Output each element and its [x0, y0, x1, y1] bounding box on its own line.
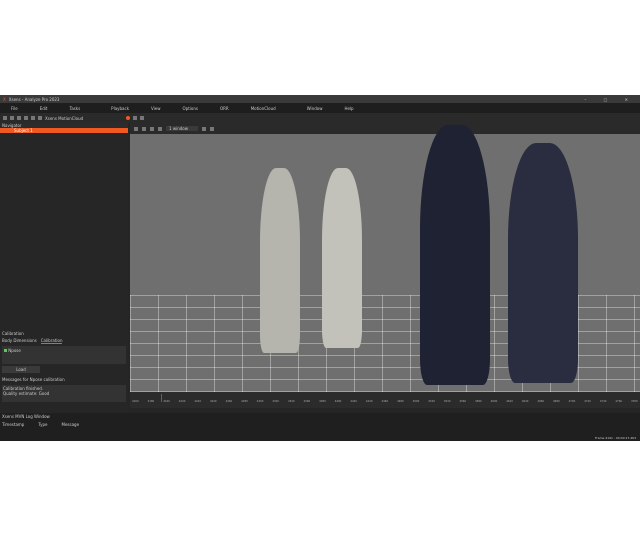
tool-icon[interactable] — [24, 116, 28, 120]
marker-icon[interactable] — [150, 126, 154, 131]
calibration-title: Calibration — [2, 331, 24, 336]
timeline-tick: 4200 — [178, 400, 186, 403]
timeline-tick: 4660 — [537, 400, 545, 403]
add-icon[interactable] — [134, 126, 138, 131]
log-window: Xsens MVN Log Window Timestamp Type Mess… — [0, 413, 640, 441]
avatar-mannequin — [260, 168, 300, 353]
menu-options[interactable]: Options — [172, 106, 209, 111]
main-toolbar: Xsens MotionCloud — [0, 113, 640, 123]
timeline-tick: 4460 — [381, 400, 389, 403]
timeline-tick: 4540 — [443, 400, 451, 403]
menu-bar: File Edit Tasks Playback View Options OR… — [0, 103, 640, 113]
timeline-tick: 4400 — [334, 400, 342, 403]
load-button[interactable]: Load — [2, 366, 40, 373]
col-type[interactable]: Type — [38, 422, 47, 427]
layout-icon[interactable] — [133, 116, 138, 120]
timeline-tick: 4500 — [412, 400, 420, 403]
skeleton-icon[interactable] — [158, 126, 162, 131]
menu-file[interactable]: File — [0, 106, 29, 111]
timeline-tick: 4300 — [256, 400, 264, 403]
timeline-tick: 4340 — [287, 400, 295, 403]
menu-view[interactable]: View — [140, 106, 172, 111]
timeline-tick: 4420 — [350, 400, 357, 403]
timeline-tick: 4480 — [397, 400, 404, 403]
timeline-tick: 4260 — [225, 400, 233, 403]
timeline-tick: 4560 — [459, 400, 467, 403]
3d-viewport[interactable]: 1 window — [130, 123, 640, 392]
timeline-tick: 4360 — [303, 400, 311, 403]
timeline-tick: 4740 — [599, 400, 607, 403]
npose-item[interactable]: Npose — [8, 348, 21, 353]
open-icon[interactable] — [10, 116, 14, 120]
tab-body-dimensions[interactable]: Body Dimensions — [2, 338, 37, 344]
status-ok-icon — [4, 349, 7, 352]
timeline[interactable]: 4160 4180 4190 4200 4220 4240 4260 4280 4300 4320… — [130, 392, 640, 408]
new-icon[interactable] — [3, 116, 7, 120]
timeline-tick: 4240 — [209, 400, 217, 403]
timeline-tick: 4380 — [319, 400, 326, 403]
timeline-tick: 4720 — [584, 400, 591, 403]
menu-tasks[interactable]: Tasks — [58, 106, 91, 111]
timeline-tick: 4280 — [241, 400, 248, 403]
motioncloud-button[interactable]: Xsens MotionCloud — [45, 116, 83, 121]
timeline-tick: 4700 — [568, 400, 576, 403]
timeline-tick: 4640 — [521, 400, 529, 403]
timeline-tick: 4180 — [147, 400, 155, 403]
avatar-mannequin — [322, 168, 362, 348]
timeline-tick: 4160 — [132, 400, 139, 403]
window-controls[interactable]: – ▢ ✕ — [584, 97, 640, 102]
timeline-tick: 4520 — [428, 400, 435, 403]
menu-edit[interactable]: Edit — [29, 106, 59, 111]
tab-calibration[interactable]: Calibration — [40, 338, 63, 344]
title-bar: X Xsens - Analyze Pro 2023 – ▢ ✕ — [0, 95, 640, 103]
timeline-tick: 4580 — [475, 400, 482, 403]
tool-icon[interactable] — [38, 116, 42, 120]
timeline-tick: 4440 — [365, 400, 373, 403]
person-female — [508, 143, 578, 383]
view-icon[interactable] — [202, 126, 206, 131]
timeline-tick: 4760 — [615, 400, 623, 403]
timeline-tick: 4320 — [272, 400, 279, 403]
subject-item[interactable]: Subject 1 — [0, 128, 128, 133]
app-window: X Xsens - Analyze Pro 2023 – ▢ ✕ File Ed… — [0, 95, 640, 441]
timeline-tick: 4780 — [631, 400, 638, 403]
view-icon[interactable] — [210, 126, 214, 131]
record-icon[interactable] — [126, 116, 131, 120]
timeline-tick: 4600 — [490, 400, 498, 403]
window-title: Xsens - Analyze Pro 2023 — [8, 96, 60, 102]
camera-icon[interactable] — [142, 126, 146, 131]
col-timestamp[interactable]: Timestamp — [2, 422, 24, 427]
col-message[interactable]: Message — [62, 422, 80, 427]
app-logo-icon: X — [3, 96, 6, 102]
tool-icon[interactable] — [31, 116, 35, 120]
view-select[interactable]: 1 window — [166, 126, 198, 131]
frame-status: Frame 4191 : 00:00:17.463 — [594, 436, 636, 440]
log-title: Xsens MVN Log Window — [2, 414, 50, 419]
calibration-panel: Calibration Body Dimensions Calibration … — [0, 330, 128, 415]
save-icon[interactable] — [17, 116, 21, 120]
menu-help[interactable]: Help — [333, 106, 364, 111]
timeline-cursor[interactable] — [160, 394, 162, 402]
person-male — [420, 125, 490, 385]
layout-icon[interactable] — [140, 116, 145, 120]
messages-label: Messages for Npose calibration — [2, 377, 65, 382]
timeline-tick: 4680 — [553, 400, 560, 403]
menu-motioncloud[interactable]: MotionCloud — [240, 106, 287, 111]
timeline-tick: 4190 — [163, 400, 170, 403]
timeline-tick: 4220 — [194, 400, 201, 403]
timeline-tick: 4620 — [506, 400, 513, 403]
menu-playback[interactable]: Playback — [91, 106, 140, 111]
menu-window[interactable]: Window — [287, 106, 334, 111]
viewport-toolbar: 1 window — [130, 123, 640, 134]
menu-orr[interactable]: ORR — [209, 106, 240, 111]
messages-box: Calibration finished. Quality estimate: … — [2, 385, 126, 402]
